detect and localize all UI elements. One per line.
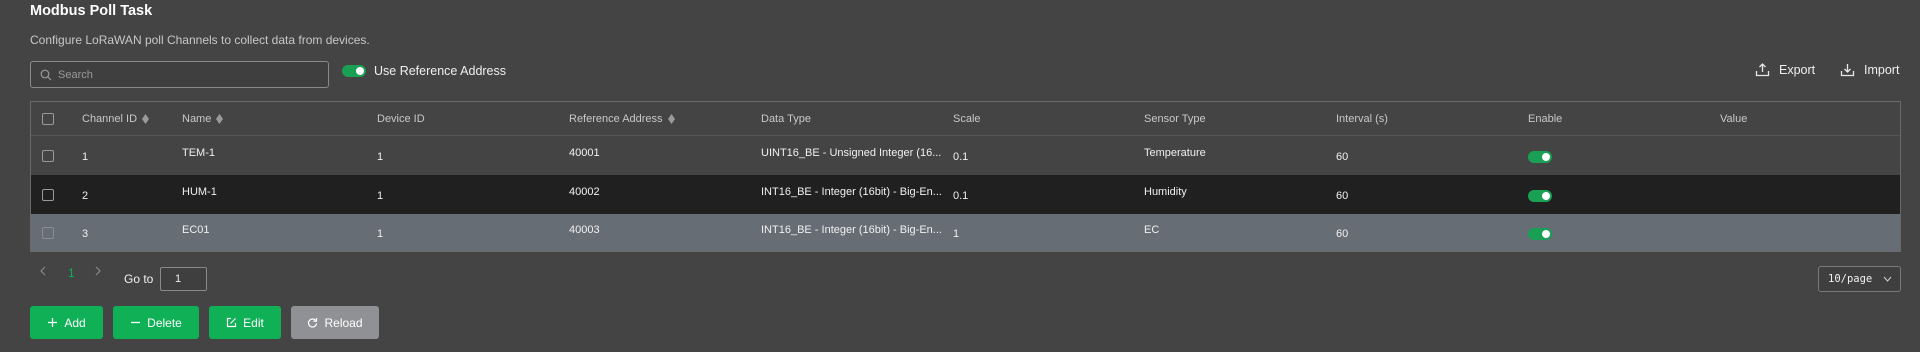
column-header-label: Sensor Type <box>1144 112 1206 125</box>
page-number-current[interactable]: 1 <box>68 266 75 280</box>
sort-icon[interactable] <box>142 113 150 124</box>
minus-icon <box>131 321 141 324</box>
export-label: Export <box>1779 62 1816 77</box>
chevron-down-icon <box>1883 276 1892 282</box>
cell-reference-address: 40001 <box>569 146 600 159</box>
use-reference-address-toggle[interactable] <box>342 65 366 77</box>
plus-icon <box>48 318 58 327</box>
search-input[interactable] <box>58 68 308 81</box>
table-header-row: Channel ID Name Device ID Reference Addr… <box>31 102 1900 136</box>
cell-reference-address: 40003 <box>569 223 600 236</box>
enable-toggle[interactable] <box>1528 227 1552 240</box>
use-reference-address-toggle-group[interactable]: Use Reference Address <box>342 64 506 78</box>
sort-icon[interactable] <box>216 113 224 124</box>
column-header-name[interactable]: Name <box>182 102 224 135</box>
enable-toggle[interactable] <box>1528 189 1552 202</box>
select-all-checkbox[interactable] <box>42 112 54 125</box>
cell-sensor-type: Humidity <box>1144 185 1187 198</box>
import-icon <box>1840 64 1855 77</box>
column-header-label: Channel ID <box>82 112 138 125</box>
cell-interval: 60 <box>1336 150 1349 163</box>
cell-scale: 0.1 <box>953 189 969 202</box>
channels-table: Channel ID Name Device ID Reference Addr… <box>30 101 1901 252</box>
page-size-select[interactable]: 10/page <box>1818 266 1901 292</box>
column-header-value: Value <box>1720 102 1747 135</box>
column-header-label: Value <box>1720 112 1748 125</box>
edit-icon <box>227 317 237 328</box>
delete-button-label: Delete <box>147 315 182 330</box>
sort-icon[interactable] <box>667 113 675 124</box>
export-icon <box>1755 63 1770 77</box>
column-header-device-id: Device ID <box>377 102 425 135</box>
goto-page-input[interactable]: 1 <box>160 267 207 291</box>
column-header-label: Interval (s) <box>1336 112 1388 125</box>
cell-channel-id: 1 <box>82 150 89 163</box>
import-button[interactable]: Import <box>1840 62 1899 77</box>
row-checkbox[interactable] <box>42 226 54 239</box>
chevron-left-icon <box>40 266 46 276</box>
row-checkbox[interactable] <box>42 149 54 162</box>
search-box[interactable] <box>30 61 329 88</box>
add-button-label: Add <box>64 315 86 330</box>
cell-channel-id: 3 <box>82 227 89 240</box>
enable-toggle[interactable] <box>1528 150 1552 163</box>
cell-device-id: 1 <box>377 189 384 202</box>
cell-channel-id: 2 <box>82 189 89 202</box>
cell-scale: 0.1 <box>953 150 969 163</box>
prev-page-button[interactable] <box>40 266 46 276</box>
table-row[interactable]: 1 TEM-1 1 40001 UINT16_BE - Unsigned Int… <box>31 136 1900 175</box>
column-header-label: Data Type <box>761 112 811 125</box>
cell-scale: 1 <box>953 227 960 240</box>
column-header-data-type: Data Type <box>761 102 811 135</box>
export-button[interactable]: Export <box>1755 62 1815 77</box>
cell-name: EC01 <box>182 223 210 236</box>
row-checkbox[interactable] <box>42 188 54 201</box>
table-row[interactable]: 2 HUM-1 1 40002 INT16_BE - Integer (16bi… <box>31 175 1900 214</box>
column-header-label: Enable <box>1528 112 1563 125</box>
use-reference-address-label: Use Reference Address <box>374 64 507 78</box>
goto-label: Go to <box>124 272 154 286</box>
edit-button[interactable]: Edit <box>209 306 281 339</box>
column-header-label: Reference Address <box>569 112 663 125</box>
search-icon <box>40 69 52 80</box>
cell-interval: 60 <box>1336 189 1349 202</box>
page-size-value: 10/page <box>1828 273 1873 285</box>
column-header-channel-id[interactable]: Channel ID <box>82 102 150 135</box>
cell-interval: 60 <box>1336 227 1349 240</box>
reload-icon <box>308 318 318 328</box>
page-subtitle: Configure LoRaWAN poll Channels to colle… <box>30 33 370 47</box>
column-header-sensor-type: Sensor Type <box>1144 102 1206 135</box>
cell-data-type: INT16_BE - Integer (16bit) - Big-En... <box>761 223 942 236</box>
column-header-enable: Enable <box>1528 102 1562 135</box>
cell-name: HUM-1 <box>182 185 217 198</box>
page-title: Modbus Poll Task <box>30 3 153 19</box>
edit-button-label: Edit <box>243 315 264 330</box>
import-label: Import <box>1864 62 1900 77</box>
next-page-button[interactable] <box>95 266 101 276</box>
cell-sensor-type: Temperature <box>1144 146 1206 159</box>
cell-data-type: INT16_BE - Integer (16bit) - Big-En... <box>761 185 942 198</box>
column-header-interval: Interval (s) <box>1336 102 1388 135</box>
cell-sensor-type: EC <box>1144 223 1160 236</box>
delete-button[interactable]: Delete <box>113 306 199 339</box>
cell-name: TEM-1 <box>182 146 215 159</box>
column-header-scale: Scale <box>953 102 981 135</box>
cell-data-type: UINT16_BE - Unsigned Integer (16... <box>761 146 942 159</box>
reload-button[interactable]: Reload <box>291 306 379 339</box>
chevron-right-icon <box>95 266 101 276</box>
table-row[interactable]: 3 EC01 1 40003 INT16_BE - Integer (16bit… <box>31 214 1900 251</box>
cell-reference-address: 40002 <box>569 185 600 198</box>
column-header-label: Name <box>182 112 212 125</box>
cell-device-id: 1 <box>377 227 384 240</box>
reload-button-label: Reload <box>324 315 363 330</box>
add-button[interactable]: Add <box>30 306 103 339</box>
cell-device-id: 1 <box>377 150 384 163</box>
column-header-label: Device ID <box>377 112 425 125</box>
column-header-reference-address[interactable]: Reference Address <box>569 102 675 135</box>
column-header-label: Scale <box>953 112 981 125</box>
